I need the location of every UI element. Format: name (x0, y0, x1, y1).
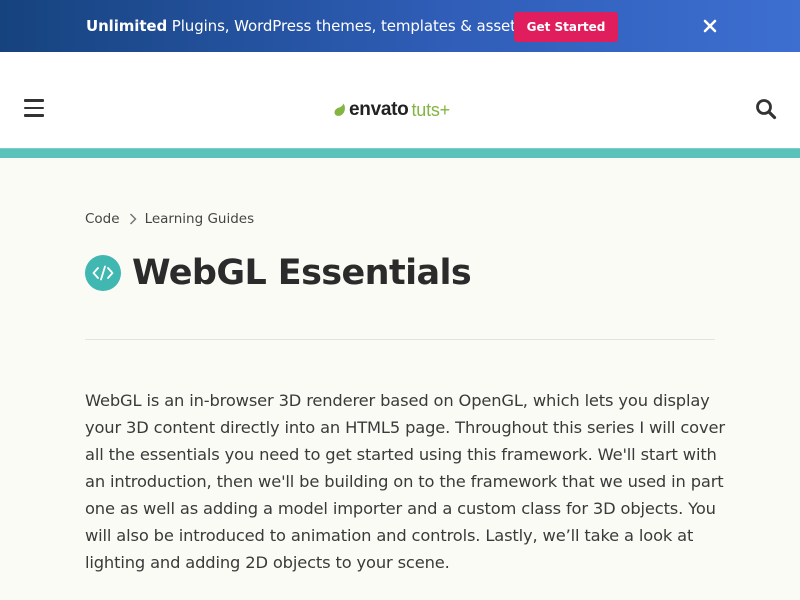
get-started-button[interactable]: Get Started (514, 12, 618, 42)
title-row: WebGL Essentials (85, 253, 472, 293)
guide-description: WebGL is an in-browser 3D renderer based… (85, 391, 725, 572)
chevron-right-icon (129, 213, 137, 225)
accent-bar (0, 148, 800, 158)
site-logo[interactable]: envato tuts+ (334, 96, 450, 124)
breadcrumb-learning-guides[interactable]: Learning Guides (145, 211, 255, 227)
promo-banner: Unlimited Plugins, WordPress themes, tem… (0, 0, 800, 52)
breadcrumb-code[interactable]: Code (85, 211, 120, 227)
breadcrumb: Code Learning Guides (85, 211, 254, 227)
page-title: WebGL Essentials (132, 253, 472, 293)
leaf-icon (334, 103, 345, 116)
logo-secondary: tuts+ (411, 99, 450, 120)
promo-text: Unlimited Plugins, WordPress themes, tem… (86, 17, 530, 35)
promo-message: Plugins, WordPress themes, templates & a… (167, 17, 530, 35)
logo-primary: envato (349, 99, 409, 120)
code-icon (85, 255, 121, 291)
divider (85, 339, 715, 340)
promo-bold-text: Unlimited (86, 17, 168, 35)
close-icon[interactable] (702, 18, 718, 34)
menu-icon[interactable] (24, 99, 44, 117)
search-icon[interactable] (755, 98, 777, 120)
